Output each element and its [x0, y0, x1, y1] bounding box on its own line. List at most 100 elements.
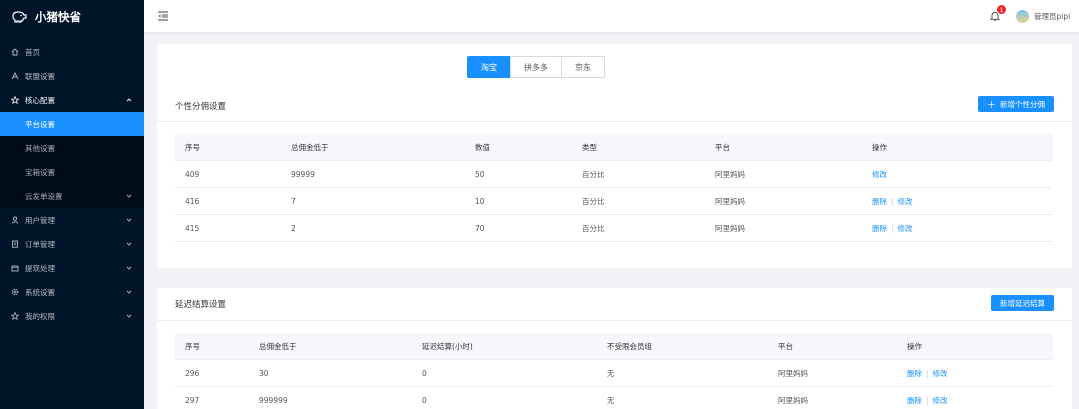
sidebar-item-label: 联盟设置: [25, 71, 55, 81]
sidebar-item-label: 宝箱设置: [25, 167, 55, 177]
action-separator: |: [926, 396, 929, 405]
logo[interactable]: 小猪快省: [0, 0, 144, 34]
sidebar-item-cloud-send-settings[interactable]: 云发单设置: [0, 184, 144, 208]
permission-star-icon: [11, 312, 19, 320]
sidebar-item-home[interactable]: 首页: [0, 40, 144, 64]
sidebar-item-my-permissions[interactable]: 我的权限: [0, 304, 144, 328]
cell-type: 百分比: [582, 224, 605, 233]
core-config-submenu: 平台设置 其他设置 宝箱设置 云发单设置: [0, 112, 144, 208]
action-separator: |: [891, 224, 894, 233]
sidebar-item-label: 用户管理: [25, 215, 55, 225]
column-header: 平台: [778, 342, 793, 351]
sidebar-item-label: 首页: [25, 47, 40, 57]
sidebar-item-label: 提现处理: [25, 263, 55, 273]
personal-commission-card: 淘宝 拼多多 京东 个性分佣设置 ＋ 新增个性分佣 序号 总佣金低于 数值 类型…: [157, 44, 1072, 268]
cell-id: 297: [185, 396, 200, 405]
order-icon: [11, 240, 19, 248]
chevron-down-icon: [126, 266, 132, 270]
column-header: 总佣金低于: [259, 342, 297, 351]
withdraw-icon: [11, 264, 19, 272]
cell-platform: 阿里妈妈: [715, 197, 745, 206]
sidebar-item-user-management[interactable]: 用户管理: [0, 208, 144, 232]
delayed-settlement-card: 延迟结算设置 新增延迟结算 序号 总佣金低于 延迟结算(小时) 不受限会员组 平…: [157, 288, 1072, 409]
cell-platform: 阿里妈妈: [778, 369, 808, 378]
column-header: 不受限会员组: [607, 342, 652, 351]
cell-value: 70: [475, 224, 485, 233]
cell-threshold: 99999: [291, 170, 315, 179]
divider: [157, 320, 1072, 321]
cell-id: 415: [185, 224, 200, 233]
cell-actions: 删除 | 修改: [907, 387, 948, 409]
edit-link[interactable]: 修改: [933, 396, 948, 405]
cell-actions: 删除 | 修改: [907, 360, 948, 387]
cell-group: 无: [607, 396, 615, 405]
edit-link[interactable]: 修改: [933, 369, 948, 378]
column-header: 操作: [907, 342, 922, 351]
edit-link[interactable]: 修改: [898, 224, 913, 233]
sidebar-item-union[interactable]: 联盟设置: [0, 64, 144, 88]
cell-actions: 删除 | 修改: [872, 215, 913, 242]
section-title: 个性分佣设置: [175, 102, 227, 112]
cell-threshold: 30: [259, 369, 269, 378]
cell-threshold: 2: [291, 224, 296, 233]
table-row: 296 30 0 无 阿里妈妈 删除 | 修改: [175, 360, 1053, 387]
menu-fold-icon[interactable]: [157, 10, 169, 22]
sidebar-item-system-settings[interactable]: 系统设置: [0, 280, 144, 304]
cell-platform: 阿里妈妈: [715, 170, 745, 179]
cell-delay: 0: [422, 369, 427, 378]
personal-commission-table: 序号 总佣金低于 数值 类型 平台 操作 409 99999 50 百分比 阿里…: [175, 134, 1053, 242]
cell-threshold: 7: [291, 197, 296, 206]
app-name: 小猪快省: [35, 10, 81, 24]
add-delayed-settlement-button[interactable]: 新增延迟结算: [991, 295, 1054, 311]
delete-link[interactable]: 删除: [907, 396, 922, 405]
avatar[interactable]: [1016, 10, 1029, 23]
home-icon: [11, 48, 19, 56]
sidebar-item-core-config[interactable]: 核心配置: [0, 88, 144, 112]
sidebar-item-withdraw[interactable]: 提现处理: [0, 256, 144, 280]
star-icon: [11, 96, 19, 104]
table-row: 297 999999 0 无 阿里妈妈 删除 | 修改: [175, 387, 1053, 409]
column-header: 平台: [715, 143, 730, 152]
delete-link[interactable]: 删除: [907, 369, 922, 378]
divider: [157, 121, 1072, 122]
chevron-down-icon: [126, 314, 132, 318]
column-header: 操作: [872, 143, 887, 152]
tab-jd[interactable]: 京东: [561, 56, 605, 78]
action-separator: |: [891, 197, 894, 206]
tab-pinduoduo[interactable]: 拼多多: [510, 56, 562, 78]
delete-link[interactable]: 删除: [872, 197, 887, 206]
piggy-logo-icon: [12, 11, 27, 23]
table-row: 416 7 10 百分比 阿里妈妈 删除 | 修改: [175, 188, 1053, 215]
cell-value: 50: [475, 170, 485, 179]
column-header: 序号: [185, 143, 200, 152]
cell-id: 296: [185, 369, 200, 378]
delete-link[interactable]: 删除: [872, 224, 887, 233]
delayed-settlement-table: 序号 总佣金低于 延迟结算(小时) 不受限会员组 平台 操作 296 30 0 …: [175, 333, 1053, 409]
action-separator: |: [926, 369, 929, 378]
cell-value: 10: [475, 197, 485, 206]
sidebar-item-order-management[interactable]: 订单管理: [0, 232, 144, 256]
sidebar-item-label: 核心配置: [25, 95, 55, 105]
table-header-row: 序号 总佣金低于 数值 类型 平台 操作: [175, 134, 1053, 161]
chevron-down-icon: [126, 242, 132, 246]
cell-actions: 删除 | 修改: [872, 188, 913, 215]
chevron-up-icon: [126, 98, 132, 102]
button-label: 新增个性分佣: [1000, 99, 1045, 109]
sidebar-item-other-settings[interactable]: 其他设置: [0, 136, 144, 160]
sidebar-item-label: 订单管理: [25, 239, 55, 249]
sidebar-item-treasure-settings[interactable]: 宝箱设置: [0, 160, 144, 184]
user-icon: [11, 216, 19, 224]
column-header: 序号: [185, 342, 200, 351]
edit-link[interactable]: 修改: [898, 197, 913, 206]
cell-group: 无: [607, 369, 615, 378]
cell-type: 百分比: [582, 170, 605, 179]
tab-taobao[interactable]: 淘宝: [467, 56, 511, 78]
table-row: 415 2 70 百分比 阿里妈妈 删除 | 修改: [175, 215, 1053, 242]
chevron-down-icon: [126, 194, 132, 198]
edit-link[interactable]: 修改: [872, 170, 887, 179]
add-personal-commission-button[interactable]: ＋ 新增个性分佣: [977, 96, 1054, 112]
notification-badge: 1: [996, 4, 1007, 15]
sidebar-item-platform-settings[interactable]: 平台设置: [0, 112, 144, 136]
username[interactable]: 管理员pipi: [1034, 11, 1070, 22]
cell-actions: 修改: [872, 161, 887, 188]
